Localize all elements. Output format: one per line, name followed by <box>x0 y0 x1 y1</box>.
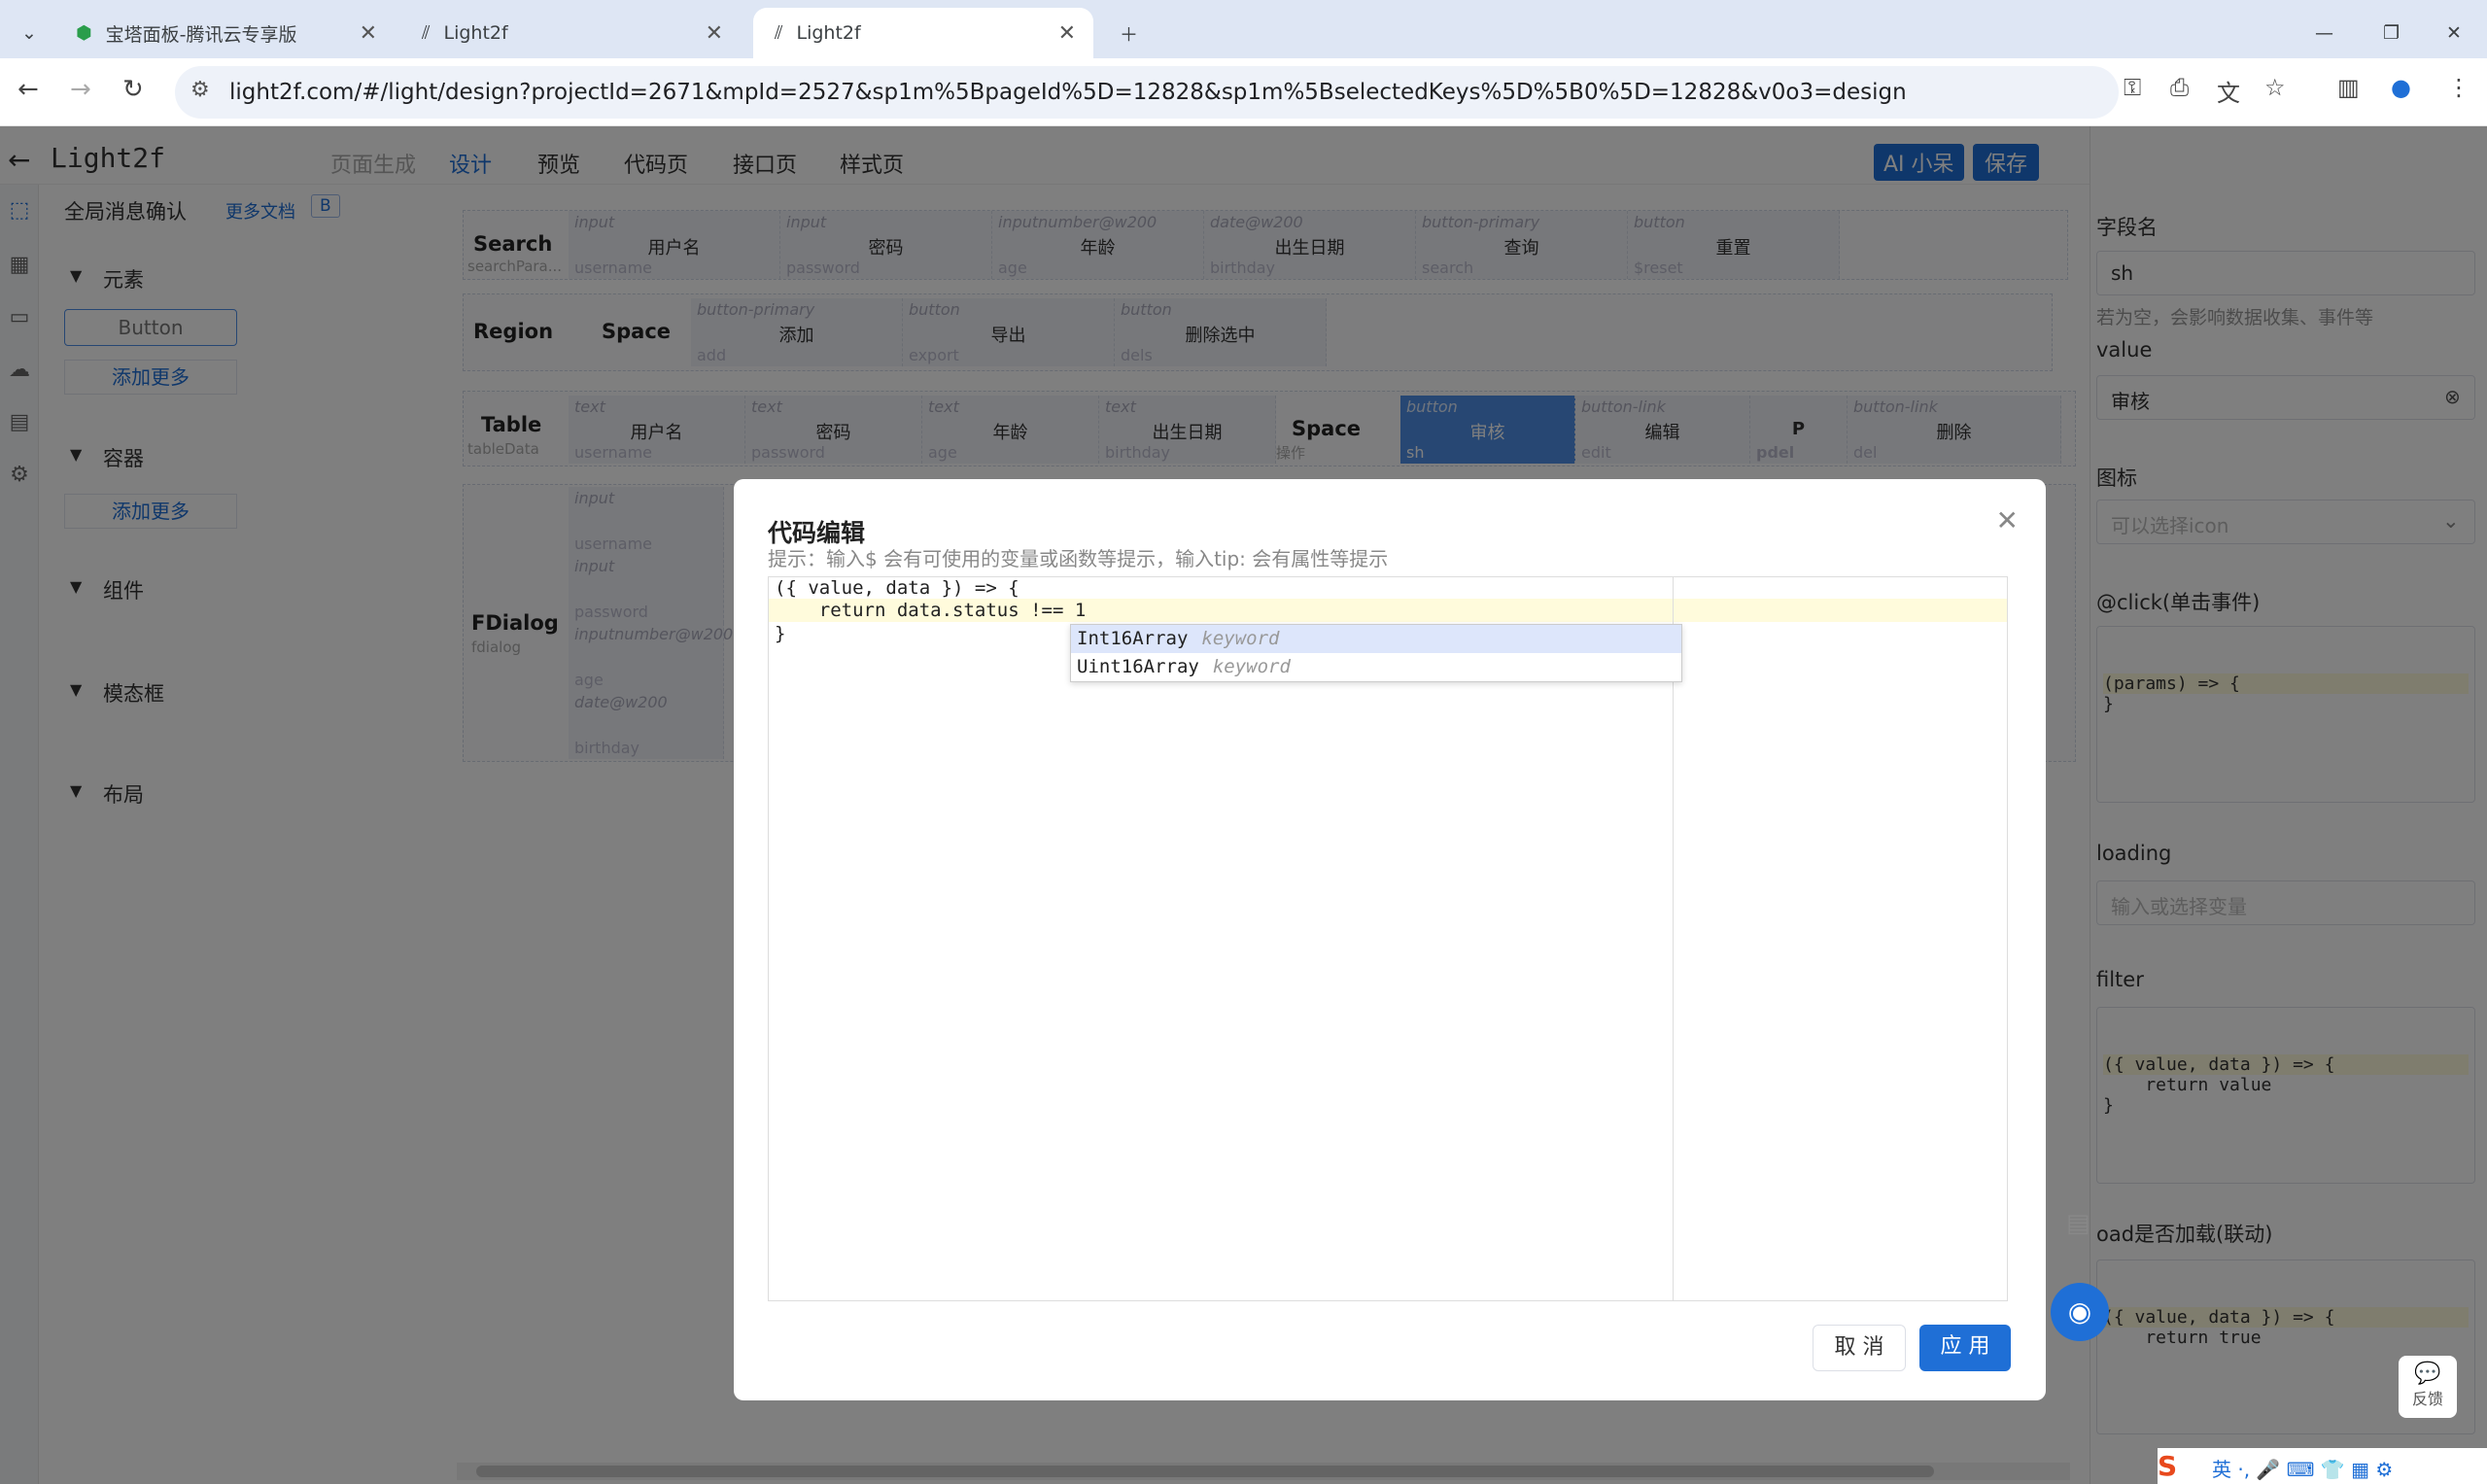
tab-search-dropdown-icon[interactable]: ⌄ <box>0 8 58 58</box>
browser-tab-1[interactable]: ⬢ 宝塔面板-腾讯云专享版 ✕ <box>54 8 395 58</box>
menu-icon[interactable]: ⋮ <box>2447 74 2470 101</box>
autocomplete-item[interactable]: Uint16Array keyword <box>1071 653 1681 681</box>
close-tab-icon[interactable]: ✕ <box>706 21 723 46</box>
browser-tab-2[interactable]: ⫽ Light2f ✕ <box>400 8 741 58</box>
forward-icon[interactable]: → <box>70 75 91 104</box>
shield-icon: ⬢ <box>76 22 92 44</box>
sogou-icon[interactable]: S <box>2158 1450 2177 1482</box>
ime-toolbar: S 英 ·, 🎤 ⌨ 👕 ▦ ⚙ <box>2158 1448 2487 1484</box>
key-icon[interactable]: ⚿ <box>2124 74 2141 101</box>
minimize-icon[interactable]: — <box>2294 8 2355 58</box>
reload-icon[interactable]: ↻ <box>122 75 144 104</box>
new-tab-icon[interactable]: ＋ <box>1098 8 1159 58</box>
code-edit-dialog: 代码编辑 提示：输入$ 会有可使用的变量或函数等提示，输入tip: 会有属性等提… <box>734 479 2046 1400</box>
window-close-icon[interactable]: ✕ <box>2425 8 2483 58</box>
autocomplete-popup: Int16Array keyword Uint16Array keyword <box>1070 624 1682 682</box>
translate-icon[interactable]: 文 <box>2217 74 2240 108</box>
preview-eye-icon[interactable]: ◉ <box>2051 1283 2109 1341</box>
url-field[interactable]: ⚙ light2f.com/#/light/design?projectId=2… <box>175 66 2119 119</box>
doc-icon[interactable]: ▤ <box>2066 1209 2090 1238</box>
editor-split <box>1673 577 1674 1300</box>
code-line-3: } <box>775 623 786 644</box>
autocomplete-item[interactable]: Int16Array keyword <box>1071 625 1681 653</box>
profile-icon[interactable]: ● <box>2391 74 2411 101</box>
install-icon[interactable]: ⎙ <box>2170 74 2189 101</box>
close-tab-icon[interactable]: ✕ <box>1058 21 1076 46</box>
back-icon[interactable]: ← <box>17 75 39 104</box>
star-icon[interactable]: ☆ <box>2264 74 2286 101</box>
address-bar: ← → ↻ ⚙ light2f.com/#/light/design?proje… <box>0 58 2487 126</box>
feedback-button[interactable]: 💬 反馈 <box>2399 1356 2457 1418</box>
code-editor[interactable]: ({ value, data }) => { return data.statu… <box>768 576 2008 1301</box>
chat-icon: 💬 <box>2414 1362 2441 1386</box>
restore-icon[interactable]: ❐ <box>2362 8 2421 58</box>
sidepanel-icon[interactable]: ▥ <box>2337 74 2360 101</box>
close-icon[interactable]: ✕ <box>1996 504 2019 536</box>
cancel-button[interactable]: 取 消 <box>1813 1325 1906 1371</box>
light2f-favicon-icon: ⫽ <box>775 22 783 44</box>
code-line-2: return data.status !== 1 <box>775 600 1087 621</box>
site-info-icon[interactable]: ⚙ <box>190 78 210 102</box>
browser-tab-bar: ⌄ ⬢ 宝塔面板-腾讯云专享版 ✕ ⫽ Light2f ✕ ⫽ Light2f … <box>0 0 2487 58</box>
close-tab-icon[interactable]: ✕ <box>360 21 377 46</box>
light2f-favicon-icon: ⫽ <box>422 22 431 44</box>
ime-lang[interactable]: 英 ·, 🎤 ⌨ 👕 ▦ ⚙ <box>2212 1454 2393 1482</box>
browser-tab-3[interactable]: ⫽ Light2f ✕ <box>753 8 1093 58</box>
code-line-1: ({ value, data }) => { <box>775 577 1019 599</box>
dialog-hint: 提示：输入$ 会有可使用的变量或函数等提示，输入tip: 会有属性等提示 <box>768 547 1389 570</box>
apply-button[interactable]: 应 用 <box>1919 1325 2011 1371</box>
